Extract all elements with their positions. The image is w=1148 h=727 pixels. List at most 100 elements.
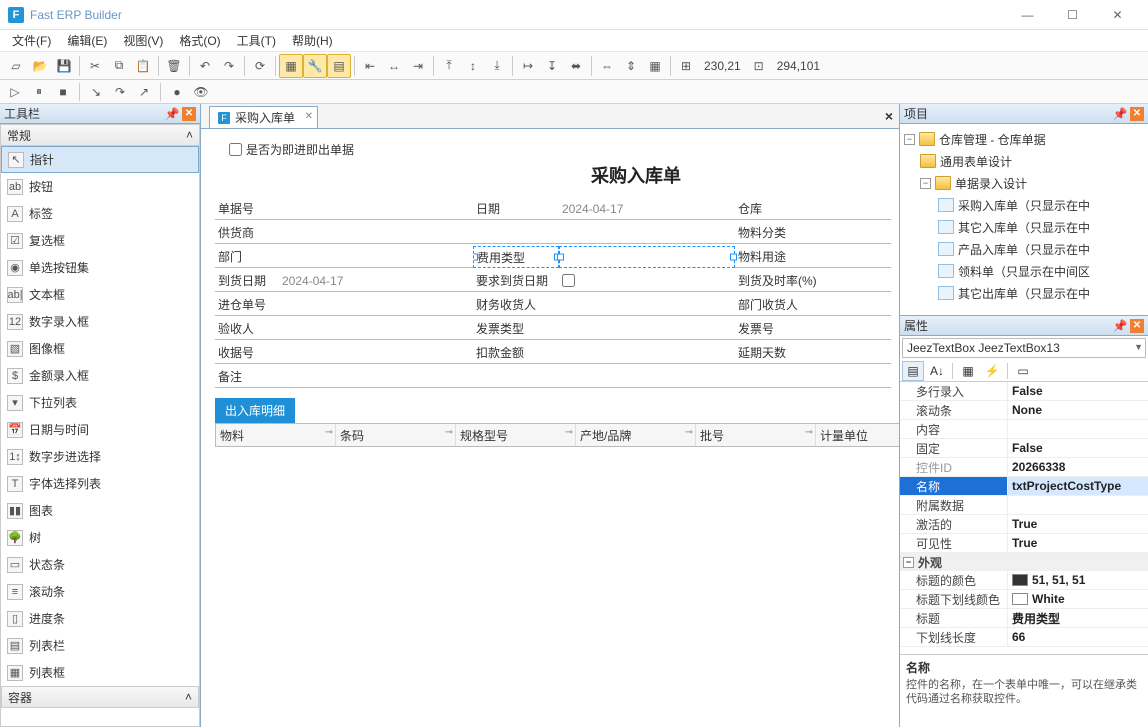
field-value[interactable] <box>279 342 473 364</box>
field-value[interactable] <box>279 318 473 340</box>
select-mode-icon[interactable]: ▦ <box>279 54 303 78</box>
align-middle-icon[interactable]: ↕ <box>461 54 485 78</box>
field-value[interactable] <box>559 270 735 292</box>
property-row[interactable]: 附属数据 <box>900 496 1148 515</box>
field-value[interactable] <box>559 246 735 268</box>
align-top-icon[interactable]: ⤒ <box>437 54 461 78</box>
pin-icon[interactable]: 📌 <box>1113 107 1127 121</box>
property-row[interactable]: 下划线长度66 <box>900 628 1148 647</box>
toolbox-category[interactable]: 容器˄ <box>1 686 199 708</box>
step-over-icon[interactable]: ↷ <box>109 81 131 103</box>
toolbox-item[interactable]: 📅日期与时间 <box>1 416 199 443</box>
same-width-icon[interactable]: ↦ <box>516 54 540 78</box>
toolbox-item[interactable]: 1↕数字步进选择 <box>1 443 199 470</box>
toolbox-item[interactable]: A标签 <box>1 200 199 227</box>
panel-close-icon[interactable]: ✕ <box>182 107 196 121</box>
stop-icon[interactable]: ■ <box>52 81 74 103</box>
toolbox-item[interactable]: ab按钮 <box>1 173 199 200</box>
toolbox-item[interactable]: ▭状态条 <box>1 551 199 578</box>
align-center-icon[interactable]: ↔ <box>382 54 406 78</box>
toolbox-item[interactable]: ◉单选按钮集 <box>1 254 199 281</box>
field-value[interactable]: 2024-04-17 <box>559 198 735 220</box>
vspace-icon[interactable]: ⇕ <box>619 54 643 78</box>
events-icon[interactable]: ⚡ <box>981 361 1003 381</box>
menu-file[interactable]: 文件(F) <box>6 30 57 51</box>
props-view-icon[interactable]: ▦ <box>957 361 979 381</box>
pause-icon[interactable]: ⏸ <box>28 81 50 103</box>
object-selector[interactable]: JeezTextBox JeezTextBox13 ▼ <box>902 338 1146 358</box>
field-value[interactable] <box>279 366 891 388</box>
project-tree[interactable]: −仓库管理 - 仓库单据 通用表单设计 −单据录入设计 采购入库单（只显示在中其… <box>900 124 1148 316</box>
field-value[interactable] <box>559 318 735 340</box>
property-row[interactable]: 标题费用类型 <box>900 609 1148 628</box>
tree-root[interactable]: −仓库管理 - 仓库单据 <box>902 128 1146 150</box>
hspace-icon[interactable]: ⇔ <box>595 54 619 78</box>
toolbox-item[interactable]: ab|文本框 <box>1 281 199 308</box>
grid-column-header[interactable]: 物料⊸ <box>216 424 336 446</box>
field-value[interactable] <box>279 294 473 316</box>
tree-node[interactable]: 通用表单设计 <box>902 150 1146 172</box>
grid-column-header[interactable]: 规格型号⊸ <box>456 424 576 446</box>
toolbox-item[interactable]: ▾下拉列表 <box>1 389 199 416</box>
tree-leaf[interactable]: 产品入库单（只显示在中 <box>902 238 1146 260</box>
tree-node[interactable]: −单据录入设计 <box>902 172 1146 194</box>
minimize-button[interactable]: ― <box>1005 1 1050 29</box>
tree-leaf[interactable]: 领料单（只显示在中间区 <box>902 260 1146 282</box>
property-row[interactable]: 标题的颜色51, 51, 51 <box>900 571 1148 590</box>
toolbox-item[interactable]: 🌳树 <box>1 524 199 551</box>
field-value[interactable] <box>279 246 473 268</box>
property-row[interactable]: 滚动条None <box>900 401 1148 420</box>
grid-column-header[interactable]: 批号⊸ <box>696 424 816 446</box>
field-value[interactable] <box>823 246 891 268</box>
toolbox-item[interactable]: ▧图像框 <box>1 335 199 362</box>
toolbox-item[interactable]: $金额录入框 <box>1 362 199 389</box>
breakpoint-icon[interactable]: ● <box>166 81 188 103</box>
save-icon[interactable]: 💾 <box>52 54 76 78</box>
cut-icon[interactable]: ✂ <box>83 54 107 78</box>
instant-out-checkbox[interactable] <box>229 143 242 156</box>
redo-icon[interactable]: ↷ <box>217 54 241 78</box>
tree-leaf[interactable]: 其它出库单（只显示在中 <box>902 282 1146 304</box>
tree-leaf[interactable]: 采购入库单（只显示在中 <box>902 194 1146 216</box>
toolbox-item[interactable]: ≡滚动条 <box>1 578 199 605</box>
grid-column-header[interactable]: 产地/品牌⊸ <box>576 424 696 446</box>
panel-close-icon[interactable]: ✕ <box>1130 107 1144 121</box>
toolbox-category[interactable]: 常规 ˄ <box>0 124 200 146</box>
tree-leaf[interactable]: 其它入库单（只显示在中 <box>902 216 1146 238</box>
field-value[interactable] <box>823 342 891 364</box>
paste-icon[interactable]: 📋 <box>131 54 155 78</box>
pin-icon[interactable]: 📌 <box>165 107 179 121</box>
field-value[interactable] <box>823 198 891 220</box>
refresh-icon[interactable]: ⟳ <box>248 54 272 78</box>
grid-column-header[interactable]: 条码⊸ <box>336 424 456 446</box>
design-canvas[interactable]: 是否为即进即出单据 采购入库单 单据号日期2024-04-17仓库供货商物料分类… <box>201 128 899 727</box>
toolbox-item[interactable]: ▮▮图表 <box>1 497 199 524</box>
toolbox-item[interactable]: ▦列表框 <box>1 659 199 686</box>
field-value[interactable] <box>279 222 735 244</box>
close-button[interactable]: ✕ <box>1095 1 1140 29</box>
same-size-icon[interactable]: ⬌ <box>564 54 588 78</box>
field-value[interactable]: 2024-04-17 <box>279 270 473 292</box>
toolbox-item[interactable]: ▤列表栏 <box>1 632 199 659</box>
property-category[interactable]: −外观 <box>900 553 1148 571</box>
copy-icon[interactable]: ⧉ <box>107 54 131 78</box>
alphabetical-icon[interactable]: A↓ <box>926 361 948 381</box>
toolbox-item[interactable]: ↖指针 <box>1 146 199 173</box>
size-icon[interactable]: ⊡ <box>747 54 771 78</box>
toolbox-item[interactable]: 12数字录入框 <box>1 308 199 335</box>
document-tab[interactable]: F 采购入库单 ✕ <box>209 106 318 128</box>
menu-tools[interactable]: 工具(T) <box>231 30 282 51</box>
toolbox-item[interactable]: ☑复选框 <box>1 227 199 254</box>
align-left-icon[interactable]: ⇤ <box>358 54 382 78</box>
align-right-icon[interactable]: ⇥ <box>406 54 430 78</box>
field-value[interactable] <box>823 270 891 292</box>
toolbox-list[interactable]: ↖指针ab按钮A标签☑复选框◉单选按钮集ab|文本框12数字录入框▧图像框$金额… <box>0 146 200 727</box>
detail-tab[interactable]: 出入库明细 <box>215 398 295 423</box>
properties-grid[interactable]: 多行录入False滚动条None内容固定False控件ID20266338名称t… <box>900 382 1148 654</box>
undo-icon[interactable]: ↶ <box>193 54 217 78</box>
grid-column-header[interactable]: 计量单位⊸ <box>816 424 899 446</box>
toolbox-item[interactable]: ▯进度条 <box>1 605 199 632</box>
menu-help[interactable]: 帮助(H) <box>286 30 339 51</box>
field-value[interactable] <box>823 294 891 316</box>
field-value[interactable] <box>279 198 473 220</box>
